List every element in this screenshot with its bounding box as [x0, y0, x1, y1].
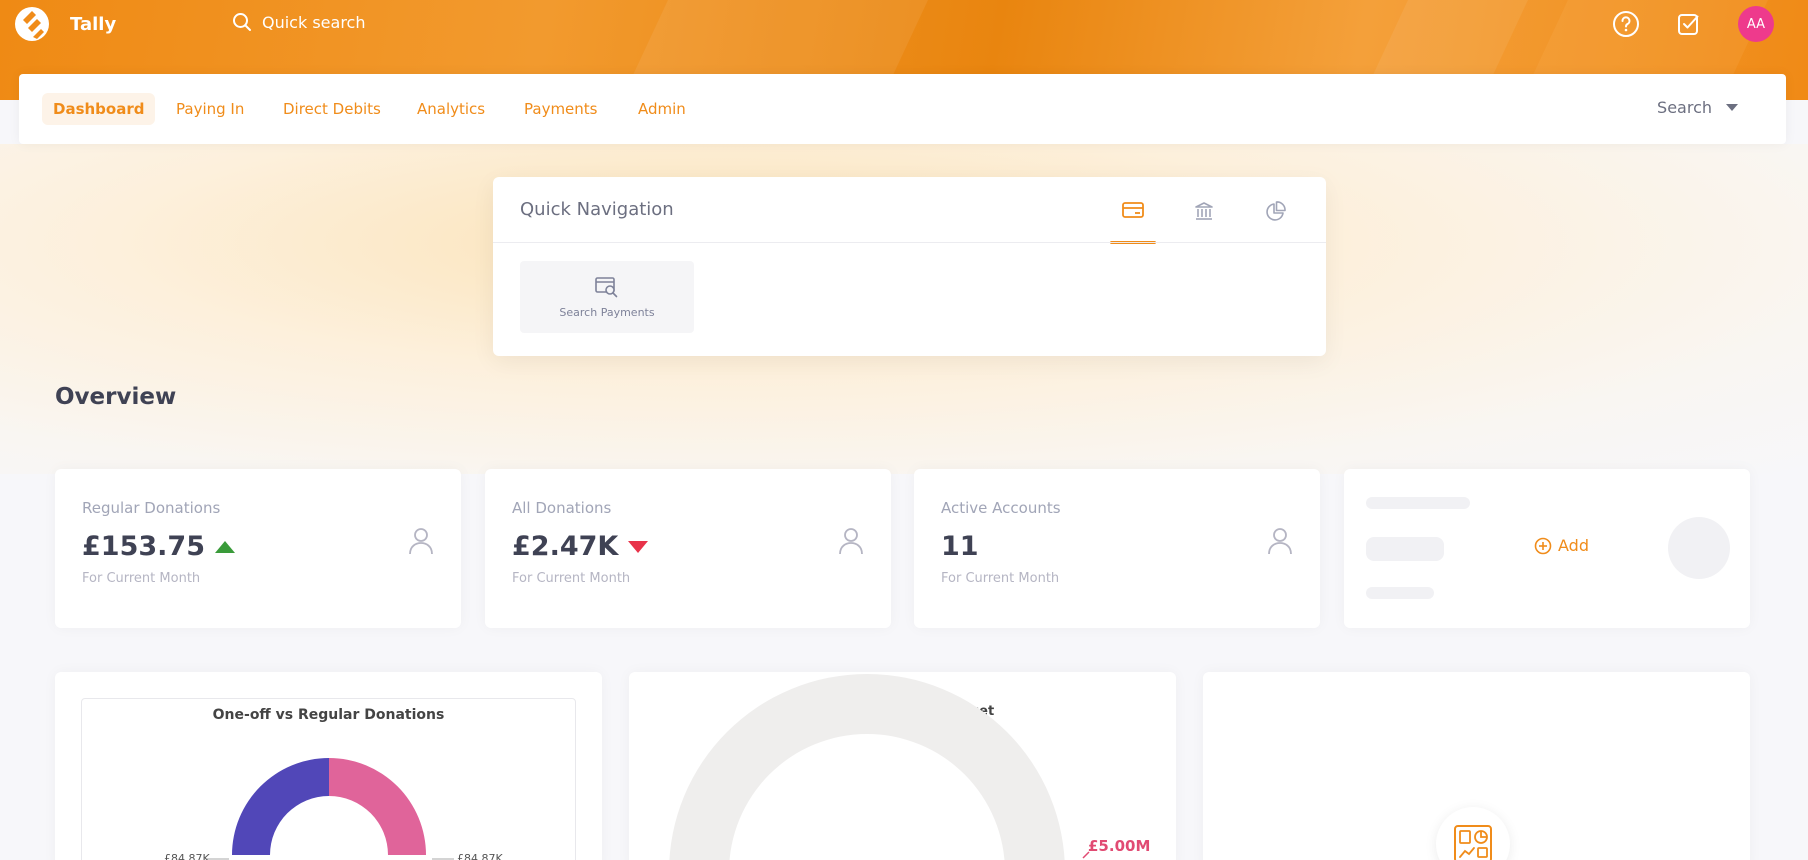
reports-card — [1203, 672, 1750, 860]
tally-logo-icon — [15, 7, 49, 41]
tab-analytics[interactable]: Analytics — [406, 93, 496, 125]
donut-chart-frame: One-off vs Regular Donations £84.87K £84… — [81, 698, 576, 860]
gauge-chart-card: Total Income from Target £5.00M — [629, 672, 1176, 860]
help-button[interactable] — [1610, 8, 1642, 40]
stat-label: Active Accounts — [941, 499, 1061, 517]
search-payments-label: Search Payments — [559, 305, 655, 319]
bank-icon — [1195, 202, 1213, 220]
tab-direct-debits[interactable]: Direct Debits — [272, 93, 392, 125]
search-payments-tile[interactable]: Search Payments — [520, 261, 694, 333]
stat-value: £153.75 — [82, 531, 235, 562]
user-icon — [839, 528, 863, 555]
main-nav: Dashboard Paying In Direct Debits Analyt… — [19, 74, 1786, 144]
skeleton-line — [1366, 537, 1444, 561]
search-icon — [233, 13, 251, 31]
quick-search[interactable]: Quick search — [232, 12, 365, 32]
report-dashboard-icon — [1454, 825, 1492, 860]
tab-dashboard[interactable]: Dashboard — [42, 93, 156, 125]
tasks-button[interactable] — [1673, 8, 1705, 40]
plus-circle-icon — [1534, 537, 1552, 554]
overview-title: Overview — [55, 384, 177, 410]
quick-search-placeholder: Quick search — [262, 12, 366, 32]
nav-search-label: Search — [1657, 98, 1712, 117]
slice-label-left: £84.87K — [164, 852, 210, 860]
donut-chart-card: One-off vs Regular Donations £84.87K £84… — [55, 672, 602, 860]
stat-label: All Donations — [512, 499, 612, 517]
nav-search-dropdown[interactable]: Search — [1657, 98, 1738, 117]
help-icon — [1613, 11, 1639, 37]
skeleton-line — [1366, 587, 1434, 599]
user-initials: AA — [1746, 16, 1766, 32]
stat-value-text: £2.47K — [512, 531, 619, 562]
donut-slice-regular — [329, 758, 426, 855]
checklist-icon — [1678, 14, 1699, 35]
tab-payments[interactable]: Payments — [513, 93, 608, 125]
stat-card-regular-donations[interactable]: Regular Donations £153.75 For Current Mo… — [55, 469, 461, 628]
caret-down-icon — [1726, 104, 1738, 111]
add-label: Add — [1558, 536, 1589, 555]
stat-value: £2.47K — [512, 531, 649, 562]
qn-divider — [493, 242, 1326, 243]
pie-chart-icon — [1266, 201, 1286, 221]
brand[interactable]: Tally — [14, 6, 116, 42]
stat-card-all-donations[interactable]: All Donations £2.47K For Current Month — [485, 469, 891, 628]
card-icon — [1122, 202, 1144, 218]
skeleton-circle — [1668, 517, 1730, 579]
donut-slice-one-off — [232, 758, 329, 855]
gauge-track — [669, 674, 1065, 860]
app-name: Tally — [70, 13, 117, 35]
stat-value: 11 — [941, 531, 979, 562]
user-icon — [409, 528, 433, 555]
stat-value-text: £153.75 — [82, 531, 205, 562]
qn-tab-analytics[interactable] — [1252, 201, 1298, 243]
stat-card-add-widget: Add — [1344, 469, 1750, 628]
trend-up-icon — [214, 540, 235, 553]
tab-admin[interactable]: Admin — [627, 93, 697, 125]
add-widget-button[interactable]: Add — [1534, 536, 1589, 555]
user-avatar[interactable]: AA — [1738, 6, 1774, 42]
qn-tab-bank[interactable] — [1181, 201, 1227, 243]
gauge-target-label: £5.00M — [1088, 837, 1151, 855]
search-payments-icon — [595, 276, 618, 297]
quick-navigation-title: Quick Navigation — [520, 199, 674, 220]
report-button[interactable] — [1436, 807, 1510, 860]
user-icon — [1268, 528, 1292, 555]
quick-navigation-card: Quick Navigation Search Payments — [493, 177, 1326, 356]
stat-subtitle: For Current Month — [82, 571, 201, 586]
trend-down-icon — [628, 540, 649, 553]
tab-paying-in[interactable]: Paying In — [165, 93, 255, 125]
gauge-chart — [669, 674, 1090, 860]
stat-card-active-accounts[interactable]: Active Accounts 11 For Current Month — [914, 469, 1320, 628]
stat-label: Regular Donations — [82, 499, 221, 517]
skeleton-line — [1366, 497, 1470, 509]
slice-label-right: £84.87K — [457, 852, 503, 860]
stat-subtitle: For Current Month — [512, 571, 631, 586]
stat-subtitle: For Current Month — [941, 571, 1060, 586]
qn-tab-cards[interactable] — [1110, 201, 1156, 244]
stat-value-text: 11 — [941, 531, 979, 562]
donut-chart — [207, 758, 454, 860]
